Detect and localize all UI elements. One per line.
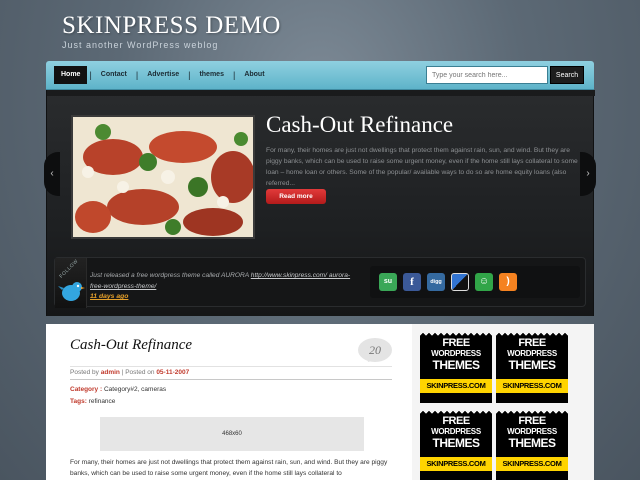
sidebar-ad-tile[interactable]: FREE WORDPRESS THEMES SKINPRESS.COM [420,333,492,403]
ad-line-wordpress: WORDPRESS [431,427,481,436]
meta-separator: | [121,369,124,376]
post-date: 05-11-2007 [156,369,190,376]
category-label: Category : [70,386,103,393]
post-meta: Posted by admin | Posted on 05-11-2007 [70,366,392,380]
nav-separator: | [89,70,92,80]
slider-next-arrow[interactable]: › [580,152,596,196]
site-tagline: Just another WordPress weblog [62,40,219,50]
ad-domain: SKINPRESS.COM [496,457,568,471]
ad-domain: SKINPRESS.COM [420,457,492,471]
tags-label: Tags: [70,398,87,405]
tweet-time-link[interactable]: 11 days ago [90,293,128,300]
post-body: For many, their homes are just not dwell… [70,459,388,477]
ad-line-wordpress: WORDPRESS [507,427,557,436]
delicious-icon[interactable] [451,273,469,291]
nav-separator: | [135,70,139,80]
main-navigation: Home | Contact | Advertise | themes | Ab… [46,61,594,90]
banner-ad-placeholder[interactable]: 468x60 [100,417,364,451]
twitter-box: FOLLOW Just released a free wordpress th… [54,257,586,308]
nav-separator: | [232,70,236,80]
nav-list: Home | Contact | Advertise | themes | Ab… [54,66,272,84]
ad-domain: SKINPRESS.COM [496,379,568,393]
ad-line-free: FREE [518,337,546,349]
twitter-bird-icon [58,282,85,301]
ad-line-themes: THEMES [432,436,480,450]
posted-on-label: Posted on [125,369,155,376]
category-links[interactable]: Category#2, cameras [104,386,166,393]
ad-line-themes: THEMES [432,358,480,372]
read-more-button[interactable]: Read more [266,189,326,204]
slider-prev-arrow[interactable]: ‹ [44,152,60,196]
technorati-icon[interactable]: ☺ [475,273,493,291]
search-input[interactable] [426,66,548,84]
posted-by-label: Posted by [70,369,99,376]
rss-icon[interactable]: ) [499,273,517,291]
ad-line-wordpress: WORDPRESS [507,349,557,358]
nav-item-advertise[interactable]: Advertise [140,66,186,84]
nav-separator: | [188,70,191,80]
sidebar-ads: FREE WORDPRESS THEMES SKINPRESS.COM FREE… [420,333,574,480]
featured-top-border [47,90,595,96]
sidebar-ad-tile[interactable]: FREE WORDPRESS THEMES SKINPRESS.COM [496,411,568,480]
ad-line-wordpress: WORDPRESS [431,349,481,358]
ad-line-themes: THEMES [508,436,556,450]
ad-line-free: FREE [442,337,470,349]
ad-line-free: FREE [518,415,546,427]
sidebar-ad-tile[interactable]: FREE WORDPRESS THEMES SKINPRESS.COM [496,333,568,403]
digg-icon[interactable]: digg [427,273,445,291]
featured-image[interactable] [71,115,255,239]
featured-excerpt: For many, their homes are just not dwell… [266,147,578,187]
nav-item-themes[interactable]: themes [192,66,231,84]
post-tags: Tags: refinance [70,398,115,405]
site-title[interactable]: SKINPRESS DEMO [62,12,281,40]
post: Cash-Out Refinance 20 Posted by admin | … [46,324,412,480]
tweet-text: Just released a free wordpress theme cal… [90,270,355,292]
twitter-follow-badge[interactable]: FOLLOW [55,258,87,308]
ad-domain: SKINPRESS.COM [420,379,492,393]
nav-item-contact[interactable]: Contact [94,66,134,84]
ad-line-free: FREE [442,415,470,427]
featured-title[interactable]: Cash-Out Refinance [266,112,453,138]
post-title[interactable]: Cash-Out Refinance [70,337,192,354]
ad-line-themes: THEMES [508,358,556,372]
tweet-message: Just released a free wordpress theme cal… [90,272,249,279]
social-icons-bar: su f digg ☺ ) [370,266,580,298]
facebook-icon[interactable]: f [403,273,421,291]
content-area: Cash-Out Refinance 20 Posted by admin | … [46,324,594,480]
food-photo [73,117,253,237]
post-author-link[interactable]: admin [101,369,120,376]
search-button[interactable]: Search [550,66,584,84]
stumbleupon-icon[interactable]: su [379,273,397,291]
nav-item-about[interactable]: About [237,66,271,84]
sidebar-ad-tile[interactable]: FREE WORDPRESS THEMES SKINPRESS.COM [420,411,492,480]
tag-links[interactable]: refinance [89,398,116,405]
post-categories: Category : Category#2, cameras [70,386,166,393]
nav-item-home[interactable]: Home [54,66,88,84]
comment-count-bubble[interactable]: 20 [358,338,392,362]
